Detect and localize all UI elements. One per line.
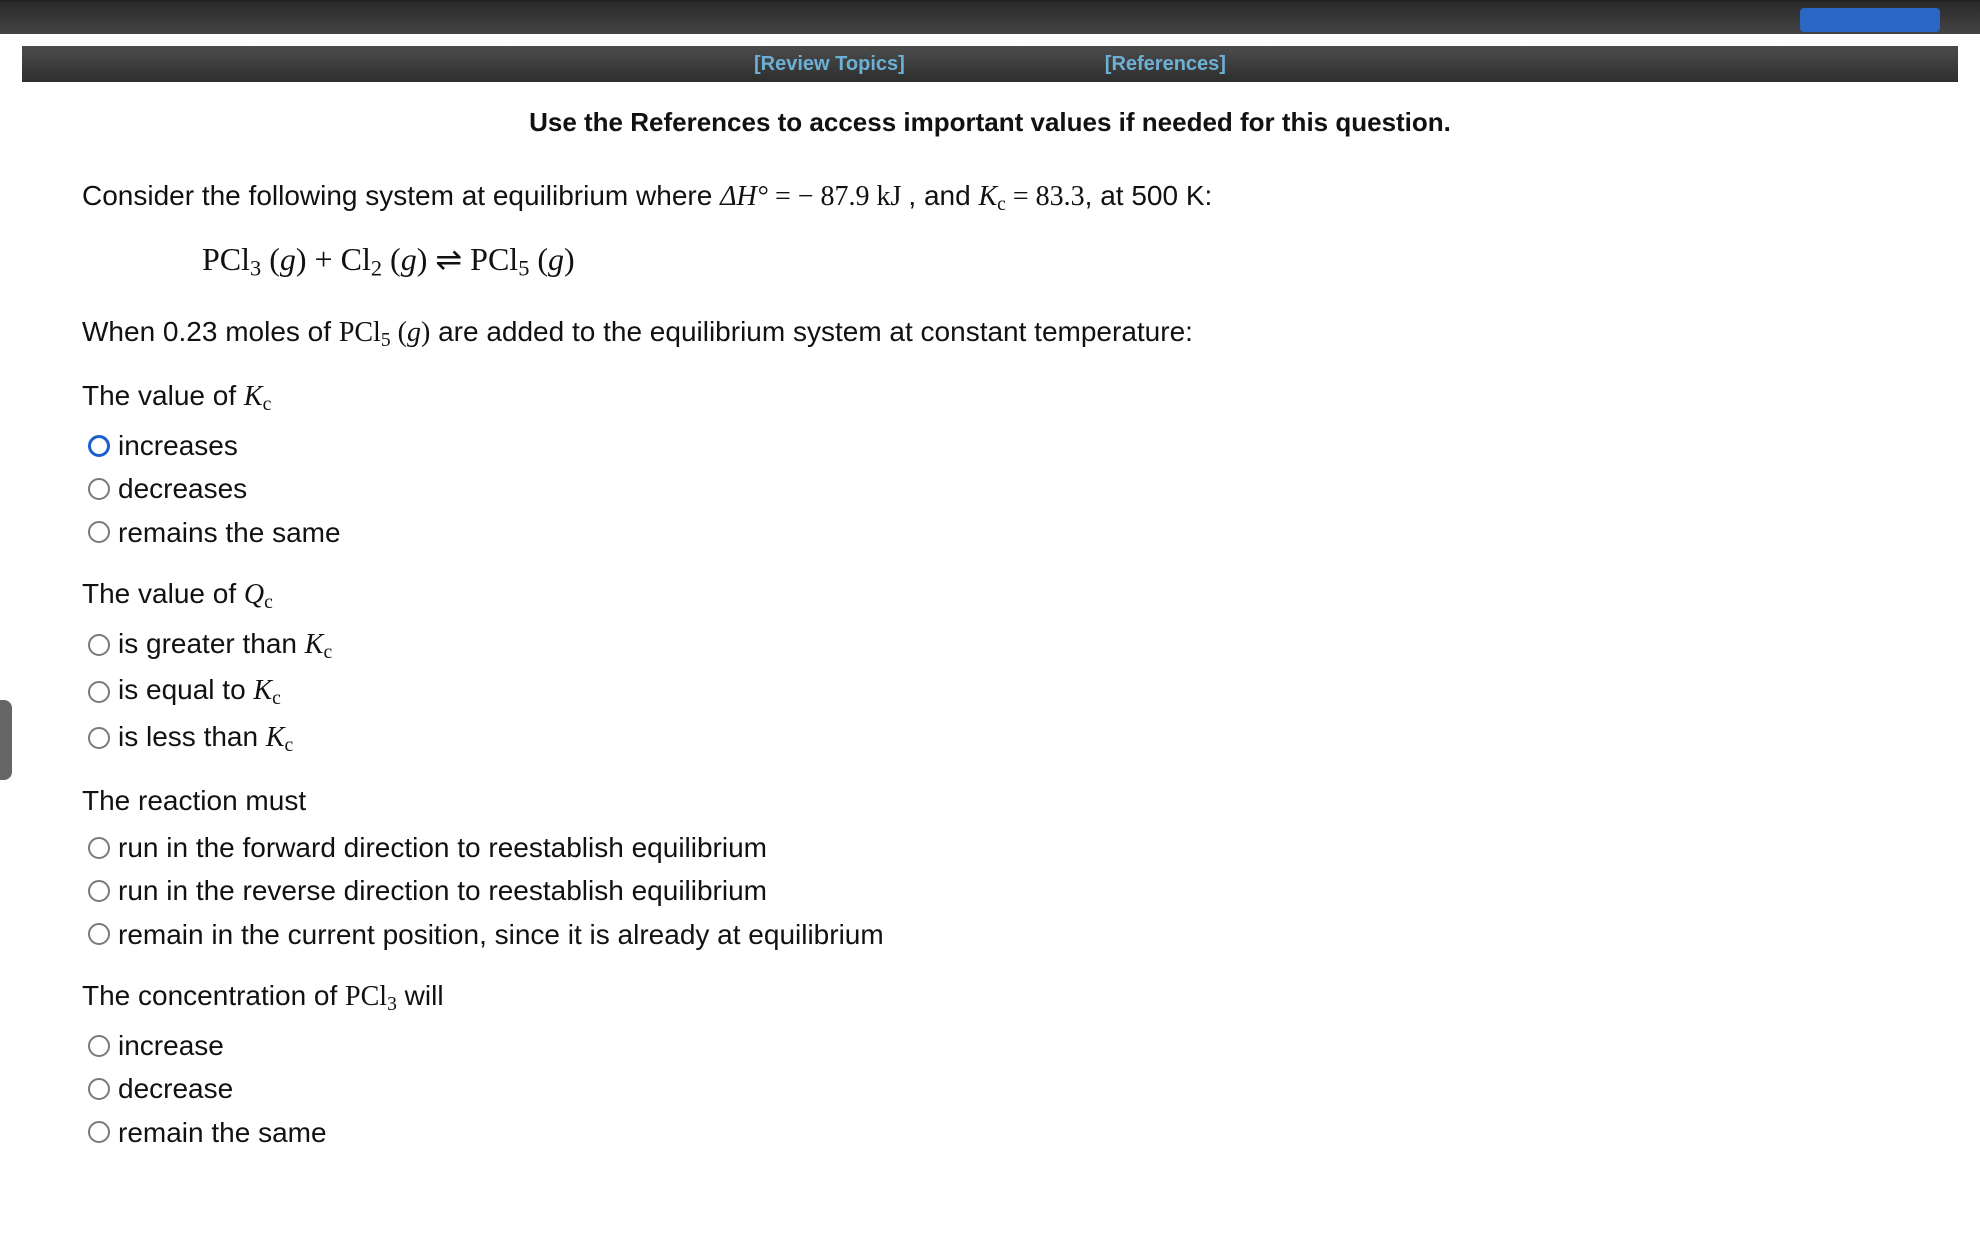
option-label: increase	[118, 1026, 224, 1065]
q4-prompt-suffix: will	[397, 980, 444, 1011]
delta-h-symbol: ΔH°	[720, 181, 768, 212]
left-side-tab[interactable]	[0, 700, 12, 780]
radio-icon[interactable]	[88, 1078, 110, 1100]
option-label: run in the forward direction to reestabl…	[118, 828, 767, 867]
intro-mid: , and	[908, 180, 978, 211]
references-link[interactable]: [References]	[1105, 53, 1226, 76]
gap	[0, 34, 1980, 46]
radio-icon[interactable]	[88, 478, 110, 500]
q4-prompt: The concentration of PCl3 will	[82, 976, 1898, 1018]
radio-icon[interactable]	[88, 923, 110, 945]
option-label: decreases	[118, 469, 247, 508]
question-content: Use the References to access important v…	[22, 82, 1958, 1202]
q1-option-remains[interactable]: remains the same	[88, 513, 1898, 552]
q3-option-remain[interactable]: remain in the current position, since it…	[88, 915, 1898, 954]
q3-option-forward[interactable]: run in the forward direction to reestabl…	[88, 828, 1898, 867]
option-label: is greater than Kc	[118, 624, 332, 666]
option-label: is less than Kc	[118, 717, 293, 759]
q1-option-increases[interactable]: increases	[88, 426, 1898, 465]
q3-options: run in the forward direction to reestabl…	[88, 828, 1898, 954]
kc-symbol: Kc	[978, 181, 1005, 212]
option-label: remain the same	[118, 1113, 327, 1152]
radio-icon[interactable]	[88, 837, 110, 859]
radio-icon[interactable]	[88, 521, 110, 543]
q2-option-equal[interactable]: is equal to Kc	[88, 670, 1898, 712]
review-topics-link[interactable]: [Review Topics]	[754, 53, 905, 76]
perturbation-line: When 0.23 moles of PCl5 (g) are added to…	[82, 312, 1898, 354]
added-prefix: When 0.23 moles of	[82, 316, 339, 347]
q1-symbol: Kc	[244, 381, 271, 412]
added-suffix: are added to the equilibrium system at c…	[430, 316, 1193, 347]
q3-option-reverse[interactable]: run in the reverse direction to reestabl…	[88, 871, 1898, 910]
radio-icon[interactable]	[88, 880, 110, 902]
option-label: is equal to Kc	[118, 670, 281, 712]
q2-option-greater[interactable]: is greater than Kc	[88, 624, 1898, 666]
q2-symbol: Qc	[244, 579, 273, 610]
option-label: decrease	[118, 1069, 233, 1108]
intro-line: Consider the following system at equilib…	[82, 176, 1898, 218]
delta-h-expr: ΔH° = − 87.9 kJ	[720, 181, 908, 212]
kc-value: = 83.3	[1006, 181, 1085, 212]
q3-prompt: The reaction must	[82, 781, 1898, 820]
radio-icon[interactable]	[88, 681, 110, 703]
q4-option-increase[interactable]: increase	[88, 1026, 1898, 1065]
q4-option-decrease[interactable]: decrease	[88, 1069, 1898, 1108]
q4-option-remain[interactable]: remain the same	[88, 1113, 1898, 1152]
option-label: remains the same	[118, 513, 341, 552]
delta-h-value: = − 87.9 kJ	[768, 181, 901, 212]
option-label: run in the reverse direction to reestabl…	[118, 871, 767, 910]
window-chrome-top	[0, 0, 1980, 34]
q4-symbol: PCl3	[345, 981, 397, 1012]
instruction-text: Use the References to access important v…	[82, 104, 1898, 140]
question-toolbar: [Review Topics] [References]	[22, 46, 1958, 82]
kc-expr: Kc = 83.3	[978, 181, 1084, 212]
option-label: increases	[118, 426, 238, 465]
q2-option-less[interactable]: is less than Kc	[88, 717, 1898, 759]
radio-icon[interactable]	[88, 727, 110, 749]
q4-options: increase decrease remain the same	[88, 1026, 1898, 1152]
intro-prefix: Consider the following system at equilib…	[82, 180, 720, 211]
radio-icon[interactable]	[88, 1035, 110, 1057]
q2-options: is greater than Kc is equal to Kc is les…	[88, 624, 1898, 759]
q4-prompt-prefix: The concentration of	[82, 980, 345, 1011]
radio-icon[interactable]	[88, 435, 110, 457]
intro-suffix: , at 500 K:	[1085, 180, 1213, 211]
added-species: PCl5 (g)	[339, 317, 430, 348]
q2-prompt-prefix: The value of	[82, 578, 244, 609]
q1-prompt: The value of Kc	[82, 376, 1898, 418]
q1-options: increases decreases remains the same	[88, 426, 1898, 552]
q1-option-decreases[interactable]: decreases	[88, 469, 1898, 508]
q1-prompt-prefix: The value of	[82, 380, 244, 411]
option-label: remain in the current position, since it…	[118, 915, 884, 954]
radio-icon[interactable]	[88, 634, 110, 656]
reaction-equation: PCl3 (g) + Cl2 (g) ⇌ PCl5 (g)	[202, 237, 1898, 284]
radio-icon[interactable]	[88, 1121, 110, 1143]
q2-prompt: The value of Qc	[82, 574, 1898, 616]
